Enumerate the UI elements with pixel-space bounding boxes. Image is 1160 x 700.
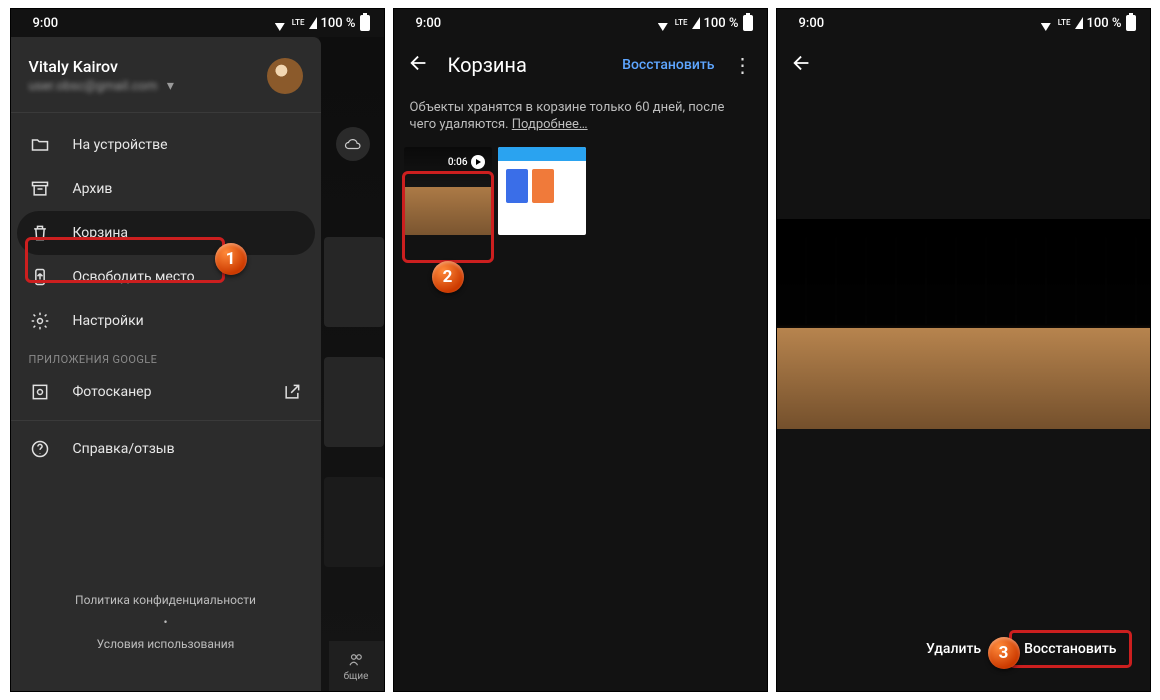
lte-label: LTE bbox=[675, 19, 688, 27]
drawer-list: На устройстве Архив Корзина Освободить м… bbox=[11, 117, 321, 477]
video-duration: 0:06 bbox=[448, 157, 468, 168]
trash-info: Объекты хранятся в корзине только 60 дне… bbox=[394, 93, 767, 147]
media-preview[interactable] bbox=[777, 219, 1150, 429]
app-bar: Корзина Восстановить ⋮ bbox=[394, 37, 767, 93]
avatar[interactable] bbox=[267, 58, 303, 94]
battery-label: 100 % bbox=[1087, 16, 1122, 31]
nav-archive-label: Архив bbox=[73, 181, 113, 197]
status-bar: 9:00 LTE 100 % bbox=[394, 9, 767, 37]
nav-free-space[interactable]: Освободить место bbox=[11, 255, 321, 299]
screen-2-trash: 9:00 LTE 100 % Корзина Восстановить ⋮ Об… bbox=[393, 8, 768, 692]
status-bar: 9:00 LTE 100 % bbox=[777, 9, 1150, 37]
status-icons: LTE 100 % bbox=[272, 15, 370, 31]
clock: 9:00 bbox=[416, 16, 442, 31]
signal-icon bbox=[309, 17, 317, 29]
wifi-icon bbox=[655, 17, 671, 29]
learn-more-link[interactable]: Подробнее… bbox=[512, 117, 588, 132]
section-apps: ПРИЛОЖЕНИЯ GOOGLE bbox=[11, 343, 321, 370]
signal-icon bbox=[1075, 17, 1083, 29]
cloud-icon bbox=[336, 127, 370, 161]
bottom-bar-fragment: бщие bbox=[329, 641, 384, 691]
video-duration-badge: 0:06 bbox=[448, 155, 485, 169]
battery-label: 100 % bbox=[704, 16, 739, 31]
drawer-footer: Политика конфиденциальности • Условия ис… bbox=[11, 575, 321, 691]
status-bar: 9:00 LTE 100 % bbox=[11, 9, 384, 37]
privacy-link[interactable]: Политика конфиденциальности bbox=[11, 593, 321, 607]
screen-3-preview: 9:00 LTE 100 % Удалить Восстановить 3 bbox=[776, 8, 1151, 692]
nav-photoscan-label: Фотосканер bbox=[73, 384, 152, 400]
nav-photoscan[interactable]: Фотосканер bbox=[11, 370, 321, 414]
battery-icon bbox=[1126, 15, 1136, 31]
lte-label: LTE bbox=[292, 19, 305, 27]
status-icons: LTE 100 % bbox=[655, 15, 753, 31]
overflow-menu[interactable]: ⋮ bbox=[733, 60, 753, 70]
restore-button[interactable]: Восстановить bbox=[1009, 630, 1131, 668]
user-name: Vitaly Kairov bbox=[29, 57, 174, 76]
nav-device[interactable]: На устройстве bbox=[11, 123, 321, 167]
lte-label: LTE bbox=[1058, 19, 1071, 27]
clock: 9:00 bbox=[33, 16, 59, 31]
external-icon bbox=[281, 381, 303, 403]
terms-link[interactable]: Условия использования bbox=[11, 637, 321, 651]
nav-help-label: Справка/отзыв bbox=[73, 441, 175, 457]
trash-item-screenshot[interactable] bbox=[498, 147, 586, 235]
back-button[interactable] bbox=[791, 52, 813, 78]
screen-1-drawer: 9:00 LTE 100 % бщие Vitaly Kairov user.o… bbox=[10, 8, 385, 692]
free-space-icon bbox=[29, 266, 51, 288]
callout-2: 2 bbox=[432, 261, 464, 293]
nav-settings[interactable]: Настройки bbox=[11, 299, 321, 343]
trash-grid: 0:06 bbox=[394, 147, 767, 235]
background-content: бщие bbox=[319, 37, 384, 691]
bottom-fragment-label: бщие bbox=[344, 671, 369, 682]
nav-trash-label: Корзина bbox=[73, 225, 129, 241]
battery-label: 100 % bbox=[321, 16, 356, 31]
drawer-header[interactable]: Vitaly Kairov user.obsc@gmail.com ▾ bbox=[11, 37, 321, 108]
trash-item-video[interactable]: 0:06 bbox=[404, 147, 492, 235]
photoscan-icon bbox=[29, 381, 51, 403]
nav-trash[interactable]: Корзина bbox=[17, 211, 315, 255]
help-icon bbox=[29, 438, 51, 460]
clock: 9:00 bbox=[799, 16, 825, 31]
divider bbox=[11, 420, 321, 421]
archive-icon bbox=[29, 178, 51, 200]
nav-archive[interactable]: Архив bbox=[11, 167, 321, 211]
footer-dot: • bbox=[11, 615, 321, 629]
trash-icon bbox=[29, 222, 51, 244]
nav-help[interactable]: Справка/отзыв bbox=[11, 427, 321, 471]
play-icon bbox=[471, 155, 485, 169]
preview-app-bar bbox=[777, 37, 1150, 93]
gear-icon bbox=[29, 310, 51, 332]
preview-actions: Удалить Восстановить bbox=[777, 625, 1150, 673]
signal-icon bbox=[692, 17, 700, 29]
delete-button[interactable]: Удалить bbox=[926, 641, 981, 657]
chevron-down-icon[interactable]: ▾ bbox=[167, 78, 174, 94]
wifi-icon bbox=[1038, 17, 1054, 29]
folder-icon bbox=[29, 134, 51, 156]
divider bbox=[11, 112, 321, 113]
user-email-row[interactable]: user.obsc@gmail.com ▾ bbox=[29, 78, 174, 94]
wifi-icon bbox=[272, 17, 288, 29]
battery-icon bbox=[360, 15, 370, 31]
nav-drawer: Vitaly Kairov user.obsc@gmail.com ▾ На у… bbox=[11, 37, 321, 691]
screen-title: Корзина bbox=[448, 53, 527, 77]
status-icons: LTE 100 % bbox=[1038, 15, 1136, 31]
battery-icon bbox=[743, 15, 753, 31]
restore-action[interactable]: Восстановить bbox=[622, 57, 714, 73]
back-button[interactable] bbox=[408, 52, 430, 78]
nav-settings-label: Настройки bbox=[73, 313, 144, 329]
nav-device-label: На устройстве bbox=[73, 137, 168, 153]
nav-free-label: Освободить место bbox=[73, 269, 195, 285]
